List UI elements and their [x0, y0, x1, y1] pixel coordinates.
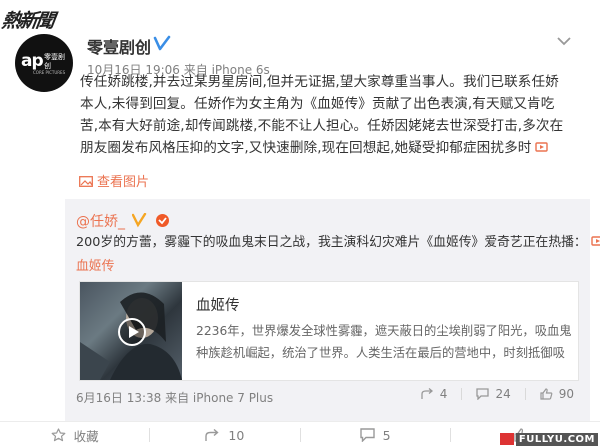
view-images-link[interactable]: 查看图片 — [79, 171, 149, 190]
verified-icon — [153, 35, 171, 51]
image-icon — [79, 176, 93, 187]
comment-count: 5 — [382, 427, 391, 443]
post-body-line: 传任娇跳楼,并去过某男星房间,但并无证据,望大家尊重当事人。我们已联系任娇 — [80, 74, 559, 90]
repost-repost-button[interactable]: 4 — [421, 387, 448, 401]
post-body-line: 本人,未得到回复。任娇作为女主角为《血姬传》贡献了出色表演,有天赋又肯吃 — [80, 96, 555, 112]
card-description: 2236年，世界爆发全球性雾霾，遮天蔽日的尘埃削弱了阳光，吸血鬼种族趁机崛起，统… — [196, 324, 572, 360]
repost-text: 200岁的方蕾，雾霾下的吸血鬼末日之战，我主演科幻灾难片《血姬传》爱奇艺正在热播… — [76, 233, 600, 253]
repost-topic-link[interactable]: 血姬传 — [76, 255, 114, 274]
repost-text-line: 200岁的方蕾，雾霾下的吸血鬼末日之战，我主演科幻灾难片《血姬传》爱奇艺正在热播… — [76, 235, 587, 250]
avatar-logo: ap — [21, 51, 44, 71]
watermark-logo-icon — [499, 433, 514, 445]
repost-button[interactable]: 10 — [150, 428, 299, 443]
video-link-icon[interactable] — [535, 141, 549, 153]
author-name[interactable]: 零壹剧创 — [87, 34, 151, 58]
verified-badge-icon — [132, 213, 147, 228]
repost-meta: 6月16日 13:38 来自 iPhone 7 Plus — [76, 391, 274, 405]
repost-author-name: @任娇_ — [76, 214, 125, 230]
thumbs-up-icon — [540, 388, 553, 400]
repost-author[interactable]: @任娇_ — [76, 211, 170, 231]
divider — [524, 388, 526, 400]
post-body-line: 朋友圈发布风格压抑的文字,又快速删除,现在回想起,她疑受抑郁症困扰多时 — [80, 137, 580, 159]
video-thumbnail[interactable] — [80, 282, 182, 380]
share-icon — [421, 388, 433, 399]
reposted-weibo: @任娇_ 200岁的方蕾，雾霾下的吸血鬼末日之战，我主演科幻灾难片《血姬传》爱奇… — [65, 199, 600, 421]
repost-like-button[interactable]: 90 — [540, 387, 574, 401]
view-images-label: 查看图片 — [97, 175, 150, 190]
share-icon — [205, 428, 219, 441]
favorite-label: 收藏 — [73, 428, 99, 444]
post-body: 传任娇跳楼,并去过某男星房间,但并无证据,望大家尊重当事人。我们已联系任娇 本人… — [80, 71, 580, 159]
video-link-icon[interactable] — [591, 235, 600, 247]
repost-like-count: 90 — [558, 387, 574, 401]
repost-action-bar: 4 24 90 — [407, 387, 574, 401]
comment-button[interactable]: 5 — [301, 428, 450, 443]
post-body-line: 苦,本有大好前途,却传闻跳楼,不能不让人担心。任娇因姥姥去世深受打击,多次在 — [80, 118, 564, 134]
watermark-site-text: FULLYU.COM — [515, 432, 598, 446]
repost-count: 10 — [228, 427, 245, 443]
star-icon — [51, 428, 66, 442]
repost-comment-button[interactable]: 24 — [476, 387, 511, 401]
repost-repost-count: 4 — [439, 387, 448, 401]
avatar-brand-en: CORE PICTURES — [33, 70, 66, 75]
video-card[interactable]: 血姬传 2236年，世界爆发全球性雾霾，遮天蔽日的尘埃削弱了阳光，吸血鬼种族趁机… — [79, 281, 579, 381]
favorite-button[interactable]: 收藏 — [0, 426, 149, 445]
watermark-bottom-right: FULLYU.COM — [499, 431, 598, 447]
comment-icon — [476, 388, 490, 400]
avatar-brand-name: 零壹剧创 — [44, 53, 65, 70]
divider — [461, 388, 463, 400]
chevron-down-icon[interactable] — [557, 36, 571, 46]
play-icon[interactable] — [118, 318, 146, 346]
member-badge-icon — [155, 214, 169, 227]
post-body-text: 朋友圈发布风格压抑的文字,又快速删除,现在回想起,她疑受抑郁症困扰多时 — [80, 140, 532, 156]
card-title: 血姬传 — [196, 298, 240, 314]
repost-comment-count: 24 — [495, 387, 511, 401]
comment-icon — [359, 428, 375, 442]
avatar[interactable]: ap 零壹剧创 CORE PICTURES — [15, 34, 73, 92]
